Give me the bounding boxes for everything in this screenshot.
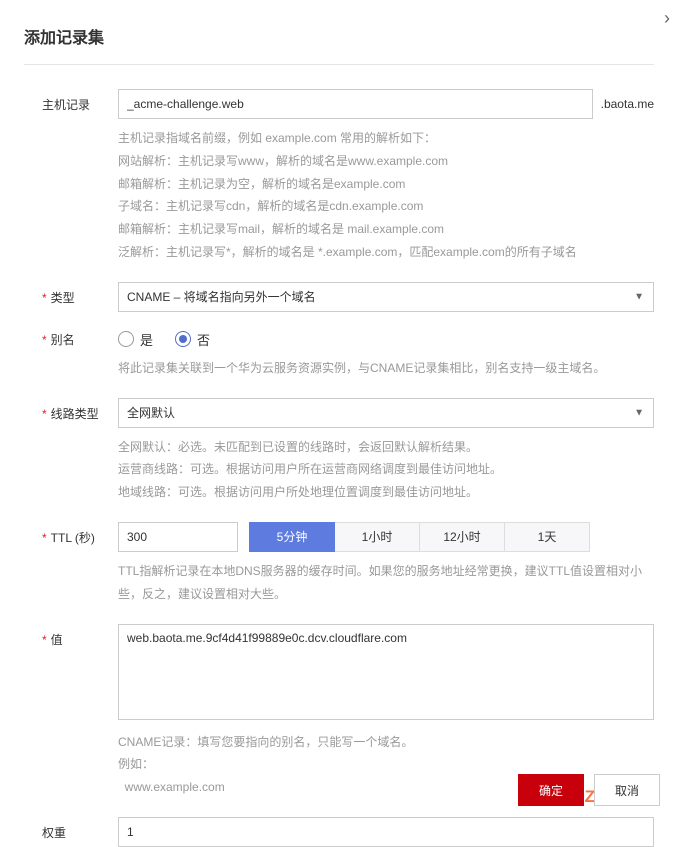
alias-no-radio[interactable]: 否 — [175, 330, 210, 349]
alias-yes-radio[interactable]: 是 — [118, 330, 153, 349]
line-hint: 全网默认：必选。未匹配到已设置的线路时，会返回默认解析结果。 运营商线路：可选。… — [42, 436, 654, 504]
ttl-preset-group: 5分钟 1小时 12小时 1天 — [250, 522, 590, 552]
host-hint: 主机记录指域名前缀，例如 example.com 常用的解析如下： 网站解析：主… — [42, 127, 654, 264]
label-value: 值 — [42, 624, 118, 723]
line-select[interactable]: 全网默认 — [118, 398, 654, 428]
ttl-hint: TTL指解析记录在本地DNS服务器的缓存时间。如果您的服务地址经常更换，建议TT… — [42, 560, 654, 606]
row-line: 线路类型 全网默认 — [42, 398, 654, 428]
ttl-btn-5min[interactable]: 5分钟 — [249, 522, 335, 552]
label-host: 主机记录 — [42, 89, 118, 119]
ttl-btn-12h[interactable]: 12小时 — [419, 522, 505, 552]
row-weight: 权重 — [42, 817, 654, 847]
row-value: 值 web.baota.me.9cf4d41f99889e0c.dcv.clou… — [42, 624, 654, 723]
host-suffix: .baota.me — [601, 97, 654, 111]
label-type: 类型 — [42, 282, 118, 312]
row-type: 类型 CNAME – 将域名指向另外一个域名 — [42, 282, 654, 312]
dialog-footer: 确定 取消 — [518, 774, 660, 806]
row-ttl: TTL (秒) 5分钟 1小时 12小时 1天 — [42, 522, 654, 552]
ttl-btn-1d[interactable]: 1天 — [504, 522, 590, 552]
cancel-button[interactable]: 取消 — [594, 774, 660, 806]
ttl-btn-1h[interactable]: 1小时 — [334, 522, 420, 552]
radio-icon — [118, 331, 134, 347]
label-ttl: TTL (秒) — [42, 522, 118, 552]
row-host: 主机记录 .baota.me — [42, 89, 654, 119]
ttl-input[interactable] — [118, 522, 238, 552]
host-input[interactable] — [118, 89, 593, 119]
weight-input[interactable] — [118, 817, 654, 847]
dns-record-dialog: 添加记录集 主机记录 .baota.me 主机记录指域名前缀，例如 exampl… — [0, 0, 678, 847]
value-textarea[interactable]: web.baota.me.9cf4d41f99889e0c.dcv.cloudf… — [118, 624, 654, 720]
alias-radio-group: 是 否 — [118, 324, 654, 349]
row-alias: 别名 是 否 — [42, 324, 654, 349]
label-alias: 别名 — [42, 324, 118, 349]
dialog-title: 添加记录集 — [24, 12, 654, 65]
label-weight: 权重 — [42, 817, 118, 847]
radio-icon — [175, 331, 191, 347]
ok-button[interactable]: 确定 — [518, 774, 584, 806]
label-line: 线路类型 — [42, 398, 118, 428]
alias-hint: 将此记录集关联到一个华为云服务资源实例，与CNAME记录集相比，别名支持一级主域… — [42, 357, 654, 380]
type-select[interactable]: CNAME – 将域名指向另外一个域名 — [118, 282, 654, 312]
close-icon[interactable]: › — [664, 8, 670, 29]
